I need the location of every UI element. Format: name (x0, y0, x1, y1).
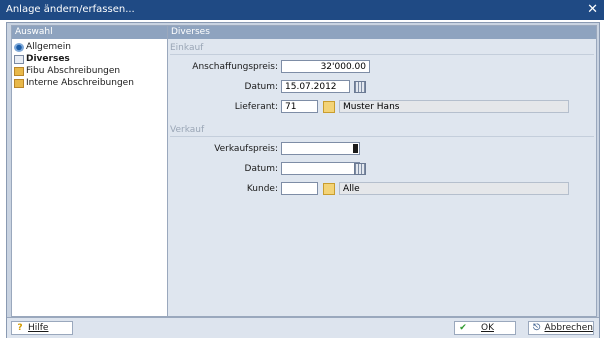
dialog-body: Auswahl Allgemein Diverses Fibu Abschrei… (6, 22, 600, 338)
calendar-icon[interactable] (354, 163, 366, 175)
document-icon (14, 54, 24, 64)
verkauf-datum-label: Datum: (244, 164, 278, 174)
section-verkauf: Verkauf (170, 125, 594, 137)
cancel-icon: ⎋ (533, 323, 541, 333)
tree-item-diverses[interactable]: Diverses (14, 53, 165, 65)
calendar-icon[interactable] (354, 81, 366, 93)
tree-item-label: Diverses (26, 54, 70, 64)
help-icon: ? (17, 323, 23, 333)
einkauf-datum-label: Datum: (244, 82, 278, 92)
button-bar: ? Hilfe ✔ OK ⎋ Abbrechen (7, 317, 599, 338)
dialog-window: Anlage ändern/erfassen... ✕ Auswahl Allg… (0, 0, 604, 340)
lieferant-code-input[interactable] (281, 100, 318, 113)
lieferant-name-field (339, 100, 569, 113)
tree-item-interne-abschreibungen[interactable]: Interne Abschreibungen (14, 77, 165, 89)
tree-item-fibu-abschreibungen[interactable]: Fibu Abschreibungen (14, 65, 165, 77)
anschaffungspreis-label: Anschaffungspreis: (192, 62, 278, 72)
einkauf-datum-input[interactable] (281, 80, 350, 93)
cancel-label: Abbrechen (544, 323, 593, 333)
kunde-name-field (339, 182, 569, 195)
anschaffungspreis-input[interactable] (281, 60, 370, 73)
open-folder-icon[interactable] (323, 183, 335, 195)
tree-item-allgemein[interactable]: Allgemein (14, 41, 165, 53)
verkaufspreis-label: Verkaufspreis: (214, 144, 278, 154)
cancel-button[interactable]: ⎋ Abbrechen (528, 321, 594, 335)
details-header: Diverses (168, 26, 596, 39)
help-label: Hilfe (28, 323, 49, 333)
tree-item-label: Fibu Abschreibungen (26, 66, 121, 76)
gear-icon (14, 42, 24, 52)
selection-tree: Allgemein Diverses Fibu Abschreibungen I… (12, 39, 167, 91)
open-folder-icon[interactable] (323, 101, 335, 113)
checkmark-icon: ✔ (459, 323, 467, 333)
tree-item-label: Allgemein (26, 42, 71, 52)
kunde-code-input[interactable] (281, 182, 318, 195)
folder-icon (14, 66, 24, 76)
ok-label: OK (481, 323, 494, 333)
window-title: Anlage ändern/erfassen... (6, 4, 135, 15)
lieferant-label: Lieferant: (234, 102, 278, 112)
close-icon[interactable]: ✕ (587, 2, 598, 17)
ok-button[interactable]: ✔ OK (454, 321, 516, 335)
details-panel: Diverses Einkauf Anschaffungspreis: Datu… (167, 25, 597, 317)
folder-icon (14, 78, 24, 88)
tree-item-label: Interne Abschreibungen (26, 78, 134, 88)
text-cursor (353, 144, 358, 153)
help-button[interactable]: ? Hilfe (11, 321, 73, 335)
selection-header: Auswahl (12, 26, 167, 39)
verkaufspreis-input[interactable] (281, 142, 360, 155)
section-einkauf: Einkauf (170, 43, 594, 55)
selection-panel: Auswahl Allgemein Diverses Fibu Abschrei… (11, 25, 168, 317)
title-bar: Anlage ändern/erfassen... ✕ (0, 0, 604, 20)
verkauf-datum-input[interactable] (281, 162, 360, 175)
kunde-label: Kunde: (246, 184, 278, 194)
